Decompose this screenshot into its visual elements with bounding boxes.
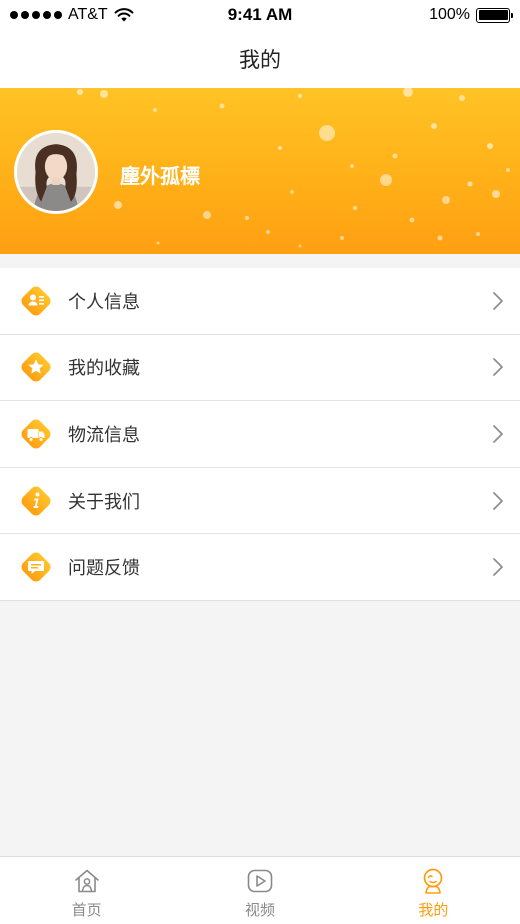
menu-list: 个人信息 我的收藏 物流信息 关于我们 问题反馈	[0, 268, 520, 601]
home-icon	[74, 869, 99, 893]
username: 塵外孤標	[120, 164, 200, 188]
chevron-right-icon	[493, 491, 503, 510]
chat-bubble-icon	[18, 549, 54, 585]
wifi-icon	[114, 8, 134, 22]
person-card-icon	[18, 283, 54, 319]
screen: AT&T 9:41 AM 100% 我的 塵外孤標 个人信息 我的收藏 物流信息…	[0, 0, 520, 924]
tab-bar: 首页 视频 我的	[0, 856, 520, 924]
menu-item-logistics[interactable]: 物流信息	[0, 401, 520, 468]
menu-item-label: 问题反馈	[68, 558, 140, 580]
menu-item-label: 个人信息	[68, 291, 140, 313]
menu-item-label: 物流信息	[68, 424, 140, 446]
tab-label: 首页	[71, 901, 102, 919]
status-bar: AT&T 9:41 AM 100%	[0, 0, 520, 30]
profile-icon	[423, 868, 443, 894]
chevron-right-icon	[493, 558, 503, 577]
battery-icon	[476, 7, 513, 23]
menu-item-favorites[interactable]: 我的收藏	[0, 334, 520, 402]
signal-strength-icon	[10, 11, 62, 19]
chevron-right-icon	[493, 425, 503, 443]
tab-video[interactable]: 视频	[173, 857, 346, 924]
profile-banner[interactable]: 塵外孤標	[0, 88, 520, 254]
status-right: 100%	[429, 6, 513, 24]
battery-percent: 100%	[429, 6, 470, 23]
tab-home[interactable]: 首页	[0, 857, 173, 924]
play-icon	[247, 869, 273, 893]
avatar[interactable]	[14, 130, 98, 214]
user-avatar-photo	[17, 133, 95, 211]
tab-label: 视频	[244, 901, 275, 919]
tab-profile[interactable]: 我的	[347, 857, 520, 924]
menu-item-personal-info[interactable]: 个人信息	[0, 268, 520, 335]
menu-item-label: 我的收藏	[68, 358, 140, 380]
page-title: 我的	[239, 48, 281, 72]
truck-icon	[18, 416, 54, 452]
star-icon	[18, 349, 54, 385]
nav-bar: 我的	[0, 30, 520, 88]
status-left: AT&T	[10, 6, 134, 24]
chevron-right-icon	[493, 358, 503, 377]
carrier-name: AT&T	[68, 6, 108, 23]
menu-item-feedback[interactable]: 问题反馈	[0, 534, 520, 601]
chevron-right-icon	[493, 291, 503, 310]
menu-item-label: 关于我们	[68, 491, 140, 513]
info-icon	[18, 483, 54, 519]
tab-label: 我的	[418, 901, 449, 919]
battery-fill	[478, 10, 508, 20]
menu-item-about-us[interactable]: 关于我们	[0, 467, 520, 535]
